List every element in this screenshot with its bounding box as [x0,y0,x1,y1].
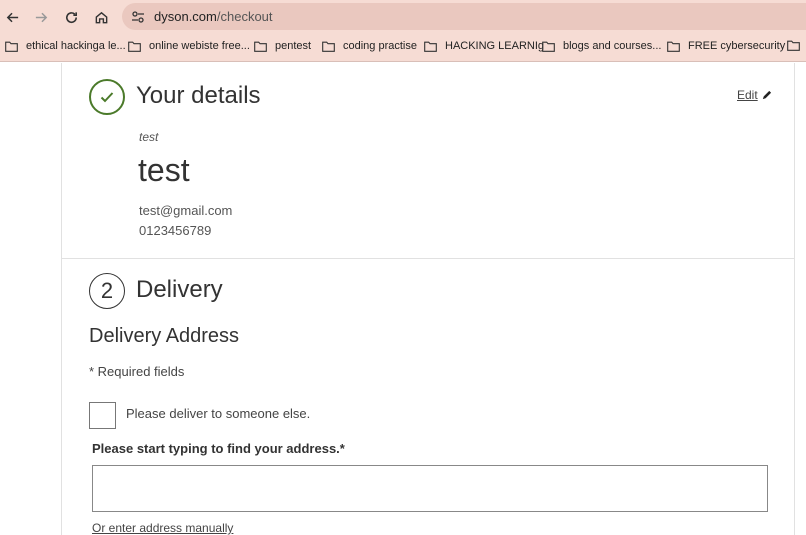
bookmark-folder-overflow[interactable] [787,40,806,51]
folder-icon [542,41,555,52]
email-text: test@gmail.com [139,203,233,218]
site-info-icon[interactable] [130,9,146,25]
reload-button[interactable] [60,6,82,28]
bookmark-label: online webiste free... [149,40,250,52]
address-search-label: Please start typing to find your address… [92,441,345,456]
bookmark-label: pentest [275,40,312,52]
url-text: dyson.com/checkout [154,9,273,24]
last-name-text: test [138,152,190,188]
bookmark-folder[interactable]: coding practise [322,40,417,52]
delivery-address-heading: Delivery Address [89,325,240,347]
url-path: /checkout [216,9,273,24]
bookmark-label: coding practise [343,40,417,52]
folder-icon [5,41,18,52]
step-complete-badge [89,79,125,115]
section-divider [61,258,795,259]
pencil-icon [762,90,771,99]
folder-icon [322,41,335,52]
bookmarks-bar: ethical hackinga le... online webiste fr… [0,33,806,62]
folder-icon [424,41,437,52]
bookmark-folder[interactable]: blogs and courses... [542,40,661,52]
step-number-badge: 2 [89,273,125,309]
deliver-someone-else-label[interactable]: Please deliver to someone else. [126,406,310,421]
back-button[interactable] [1,6,23,28]
arrow-left-icon [6,12,18,22]
checkout-page: Your details Edit test test test@gmail.c… [0,63,806,535]
address-bar[interactable]: dyson.com/checkout [122,3,806,30]
home-button[interactable] [90,6,112,28]
folder-icon [128,41,141,52]
bookmark-folder[interactable]: pentest [254,40,311,52]
delivery-title: Delivery [136,276,223,303]
deliver-someone-else-checkbox[interactable] [89,402,116,429]
first-name-text: test [139,130,159,144]
bookmark-label: FREE cybersecurity [688,40,786,52]
bookmark-label: HACKING LEARNIg [445,40,545,52]
enter-address-manually-link[interactable]: Or enter address manually [92,521,233,535]
home-icon [95,11,107,23]
details-title: Your details [136,82,261,109]
bookmark-label: blogs and courses... [563,40,662,52]
arrow-right-icon [35,12,47,22]
bookmark-folder[interactable]: online webiste free... [128,40,250,52]
bookmark-folder[interactable]: HACKING LEARNIg [424,40,544,52]
bookmark-folder[interactable]: ethical hackinga le... [5,40,126,52]
address-search-input[interactable] [92,465,768,512]
edit-details-link[interactable]: Edit [737,88,772,102]
url-host: dyson.com [154,9,217,24]
folder-icon [787,40,800,51]
edit-label: Edit [737,88,758,102]
forward-button[interactable] [30,6,52,28]
folder-icon [667,41,680,52]
checkmark-icon [100,92,114,103]
reload-icon [65,11,77,23]
required-fields-note: * Required fields [89,364,185,379]
bookmark-folder[interactable]: FREE cybersecurity [667,40,785,52]
browser-toolbar: dyson.com/checkout [0,0,806,33]
folder-icon [254,41,267,52]
bookmark-label: ethical hackinga le... [26,40,126,52]
phone-text: 0123456789 [139,223,212,238]
